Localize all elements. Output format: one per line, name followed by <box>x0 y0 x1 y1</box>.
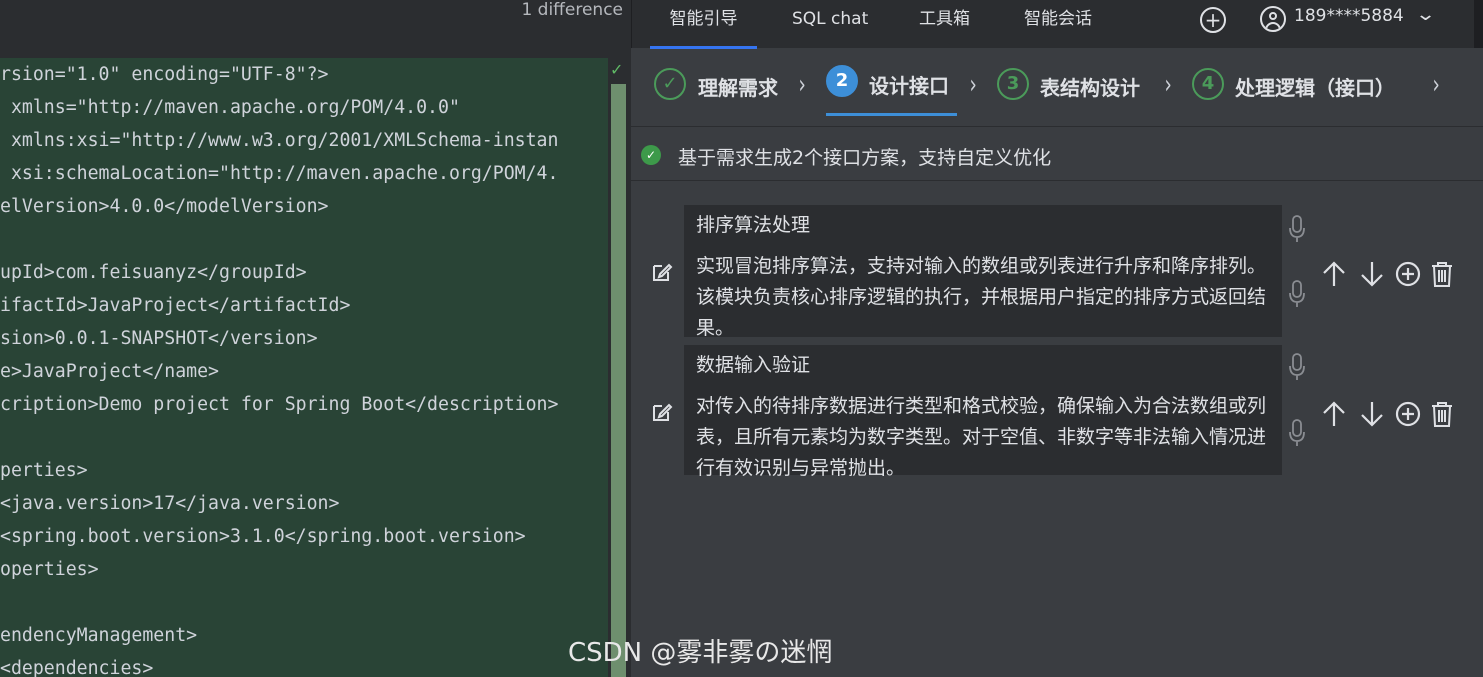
card-description[interactable]: 对传入的待排序数据进行类型和格式校验，确保输入为合法数组或列表，且所有元素均为数… <box>696 391 1272 484</box>
active-step-indicator <box>826 113 957 116</box>
microphone-icon[interactable] <box>1289 280 1305 308</box>
arrow-up-icon[interactable] <box>1321 260 1347 288</box>
code-line[interactable]: upId>com.feisuanyz</groupId> <box>0 256 307 289</box>
arrow-down-icon[interactable] <box>1359 260 1385 288</box>
plus-circle-icon[interactable]: + <box>1200 7 1226 33</box>
code-line[interactable]: xmlns="http://maven.apache.org/POM/4.0.0… <box>0 91 460 124</box>
arrow-down-icon[interactable] <box>1359 400 1385 428</box>
tab-smart-guide[interactable]: 智能引导 <box>650 0 757 49</box>
step-1-check-icon[interactable]: ✓ <box>654 68 686 100</box>
code-line[interactable]: endencyManagement> <box>0 619 197 652</box>
microphone-icon[interactable] <box>1289 419 1305 447</box>
chevron-right-icon: › <box>1164 70 1172 100</box>
code-line[interactable]: perties> <box>0 454 88 487</box>
difference-count: 1 difference <box>521 0 623 20</box>
step-4-number[interactable]: 4 <box>1192 68 1224 100</box>
code-line[interactable]: xmlns:xsi="http://www.w3.org/2001/XMLSch… <box>0 124 559 157</box>
step-2-label[interactable]: 设计接口 <box>869 70 949 99</box>
trash-icon[interactable] <box>1429 400 1455 428</box>
step-1-label[interactable]: 理解需求 <box>698 72 778 101</box>
code-line[interactable]: operties> <box>0 553 99 586</box>
edit-icon[interactable] <box>650 400 674 424</box>
code-line[interactable]: xsi:schemaLocation="http://maven.apache.… <box>0 157 559 190</box>
diff-gutter: ✓ <box>608 58 631 677</box>
diff-editor: 1 difference rsion="1.0" encoding="UTF-8… <box>0 0 631 677</box>
user-icon[interactable] <box>1260 6 1286 32</box>
plus-circle-icon[interactable] <box>1395 260 1421 288</box>
step-4-label[interactable]: 处理逻辑（接口） <box>1235 72 1395 101</box>
editor-toolbar: 1 difference <box>0 0 631 58</box>
status-text: 基于需求生成2个接口方案，支持自定义优化 <box>678 147 1052 169</box>
card-actions <box>1321 260 1452 288</box>
trash-icon[interactable] <box>1429 260 1455 288</box>
interface-card[interactable]: 排序算法处理 实现冒泡排序算法，支持对输入的数组或列表进行升序和降序排列。该模块… <box>684 205 1282 339</box>
no-conflict-check-icon: ✓ <box>610 60 624 79</box>
plus-circle-icon[interactable] <box>1395 400 1421 428</box>
code-line[interactable]: elVersion>4.0.0</modelVersion> <box>0 190 329 223</box>
check-circle-icon: ✓ <box>641 145 661 165</box>
chevron-right-icon: › <box>969 70 977 100</box>
step-2-number[interactable]: 2 <box>826 65 858 97</box>
interface-card[interactable]: 数据输入验证 对传入的待排序数据进行类型和格式校验，确保输入为合法数组或列表，且… <box>684 345 1282 479</box>
chevron-right-icon: › <box>798 70 806 100</box>
divider <box>631 180 1483 181</box>
arrow-up-icon[interactable] <box>1321 400 1347 428</box>
code-line[interactable]: cription>Demo project for Spring Boot</d… <box>0 388 558 421</box>
card-actions <box>1321 400 1452 428</box>
chevron-right-icon[interactable]: › <box>1433 70 1440 100</box>
account-phone[interactable]: 189****5884 <box>1294 6 1404 26</box>
chevron-down-icon[interactable]: ⌄ <box>1415 4 1436 25</box>
microphone-icon[interactable] <box>1289 353 1305 381</box>
code-view[interactable]: rsion="1.0" encoding="UTF-8"?> xmlns="ht… <box>0 58 608 677</box>
card-title[interactable]: 排序算法处理 <box>696 211 1272 245</box>
microphone-icon[interactable] <box>1289 215 1305 243</box>
assistant-panel: 智能引导 SQL chat 工具箱 智能会话 + 189****5884 ⌄ ✓… <box>631 0 1483 677</box>
code-line[interactable]: sion>0.0.1-SNAPSHOT</version> <box>0 322 318 355</box>
tab-smart-session[interactable]: 智能会话 <box>1024 0 1092 46</box>
code-line[interactable]: ifactId>JavaProject</artifactId> <box>0 289 350 322</box>
code-line[interactable]: <java.version>17</java.version> <box>0 487 339 520</box>
code-line[interactable]: <spring.boot.version>3.1.0</spring.boot.… <box>0 520 526 553</box>
top-nav: 智能引导 SQL chat 工具箱 智能会话 + 189****5884 ⌄ <box>631 0 1483 49</box>
tab-toolbox[interactable]: 工具箱 <box>919 0 970 46</box>
code-line[interactable]: e>JavaProject</name> <box>0 355 219 388</box>
step-3-number[interactable]: 3 <box>997 68 1029 100</box>
changed-region-marker[interactable] <box>611 84 626 677</box>
code-line[interactable]: rsion="1.0" encoding="UTF-8"?> <box>0 58 329 91</box>
step-wizard: ✓ 理解需求 › 2 设计接口 › 3 表结构设计 › 4 处理逻辑（接口） › <box>631 48 1483 127</box>
watermark-text: CSDN @雾非雾の迷惘 <box>568 638 833 668</box>
step-3-label[interactable]: 表结构设计 <box>1040 72 1140 101</box>
card-description[interactable]: 实现冒泡排序算法，支持对输入的数组或列表进行升序和降序排列。该模块负责核心排序逻… <box>696 251 1272 344</box>
edit-icon[interactable] <box>650 260 674 284</box>
code-line[interactable]: <dependencies> <box>0 652 153 677</box>
card-title[interactable]: 数据输入验证 <box>696 351 1272 385</box>
panel-scrollbar[interactable] <box>1474 0 1483 48</box>
tab-sql-chat[interactable]: SQL chat <box>792 0 868 46</box>
